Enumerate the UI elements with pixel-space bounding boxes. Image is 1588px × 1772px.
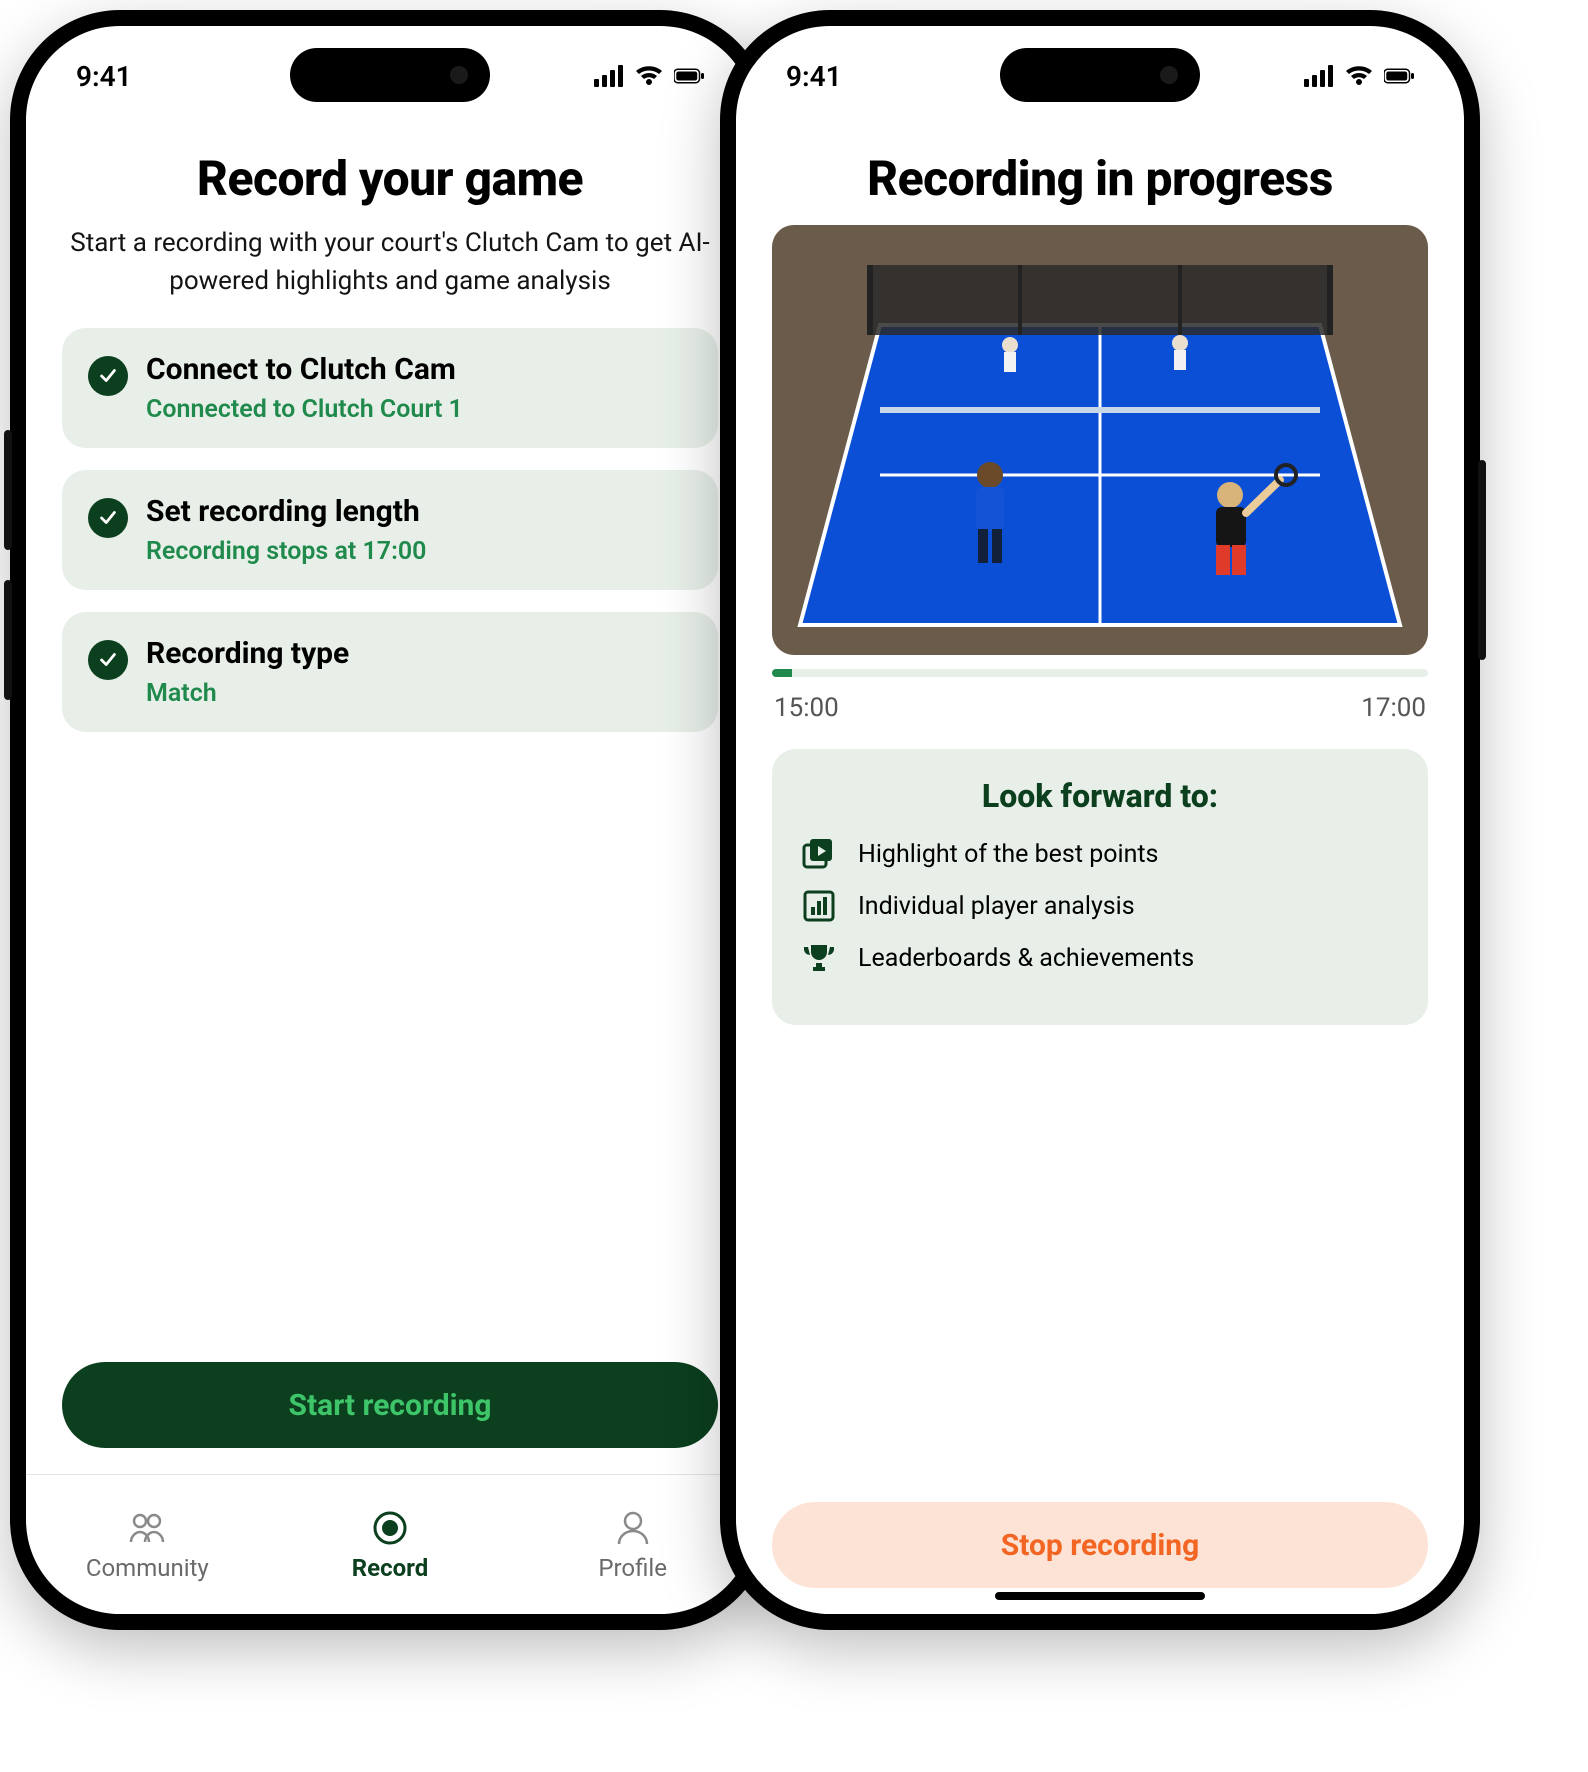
step-connect-cam[interactable]: Connect to Clutch Cam Connected to Clutc… — [62, 328, 718, 448]
live-video-preview[interactable] — [772, 225, 1428, 655]
time-range: 15:00 17:00 — [774, 693, 1426, 723]
screen-recording-progress: 9:41 Recording in progress — [736, 26, 1464, 1614]
check-icon — [88, 640, 128, 680]
tab-profile[interactable]: Profile — [511, 1475, 754, 1614]
page-title: Recording in progress — [772, 150, 1428, 207]
dynamic-island — [1000, 48, 1200, 102]
step-recording-type[interactable]: Recording type Match — [62, 612, 718, 732]
look-item-analysis: Individual player analysis — [802, 889, 1398, 923]
cellular-icon — [1304, 65, 1334, 87]
home-indicator[interactable] — [995, 1592, 1205, 1600]
battery-icon — [1384, 65, 1414, 87]
check-icon — [88, 498, 128, 538]
status-time: 9:41 — [786, 60, 842, 93]
look-item-leaderboards: Leaderboards & achievements — [802, 941, 1398, 975]
cellular-icon — [594, 65, 624, 87]
start-recording-button[interactable]: Start recording — [62, 1362, 718, 1448]
look-forward-card: Look forward to: Highlight of the best p… — [772, 749, 1428, 1025]
record-icon — [370, 1508, 410, 1548]
start-recording-label: Start recording — [289, 1388, 492, 1423]
dynamic-island — [290, 48, 490, 102]
analysis-icon — [802, 889, 836, 923]
tab-record[interactable]: Record — [269, 1475, 512, 1614]
stop-recording-button[interactable]: Stop recording — [772, 1502, 1428, 1588]
tab-label: Record — [352, 1554, 428, 1582]
step-subtitle: Match — [146, 679, 692, 708]
step-title: Set recording length — [146, 494, 692, 529]
phone-frame-left: 9:41 Record your game Start a recording … — [10, 10, 770, 1630]
recording-progress-fill — [772, 669, 792, 677]
step-title: Connect to Clutch Cam — [146, 352, 692, 387]
tab-label: Profile — [598, 1554, 667, 1582]
status-time: 9:41 — [76, 60, 132, 93]
time-end: 17:00 — [1361, 693, 1426, 723]
wifi-icon — [634, 65, 664, 87]
profile-icon — [613, 1508, 653, 1548]
status-icons — [594, 65, 704, 87]
check-icon — [88, 356, 128, 396]
highlight-icon — [802, 837, 836, 871]
recording-progress-bar[interactable] — [772, 669, 1428, 677]
tab-bar: Community Record Profile — [26, 1474, 754, 1614]
page-title: Record your game — [62, 150, 718, 207]
stop-recording-label: Stop recording — [1001, 1528, 1199, 1563]
look-item-label: Individual player analysis — [858, 892, 1135, 921]
community-icon — [127, 1508, 167, 1548]
step-subtitle: Recording stops at 17:00 — [146, 537, 692, 566]
status-icons — [1304, 65, 1414, 87]
look-item-label: Leaderboards & achievements — [858, 944, 1194, 973]
step-subtitle: Connected to Clutch Court 1 — [146, 395, 692, 424]
look-forward-title: Look forward to: — [802, 777, 1398, 815]
look-item-label: Highlight of the best points — [858, 840, 1158, 869]
look-item-highlights: Highlight of the best points — [802, 837, 1398, 871]
tab-community[interactable]: Community — [26, 1475, 269, 1614]
phone-frame-right: 9:41 Recording in progress — [720, 10, 1480, 1630]
battery-icon — [674, 65, 704, 87]
screen-record-setup: 9:41 Record your game Start a recording … — [26, 26, 754, 1614]
step-recording-length[interactable]: Set recording length Recording stops at … — [62, 470, 718, 590]
tab-label: Community — [86, 1554, 209, 1582]
time-start: 15:00 — [774, 693, 839, 723]
wifi-icon — [1344, 65, 1374, 87]
trophy-icon — [802, 941, 836, 975]
step-title: Recording type — [146, 636, 692, 671]
page-subtitle: Start a recording with your court's Clut… — [66, 225, 714, 300]
